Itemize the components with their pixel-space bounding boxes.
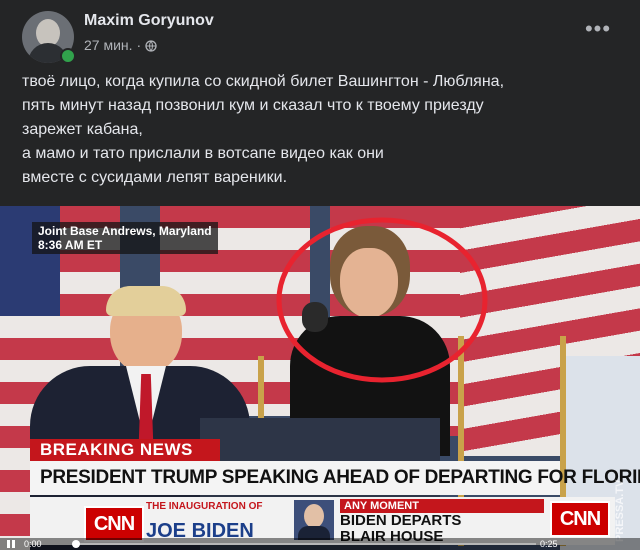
post-text-line: твоё лицо, когда купила со скидной билет… <box>22 73 505 90</box>
player-controls: 0:00 0:25 <box>0 538 640 550</box>
location-tag: Joint Base Andrews, Maryland 8:36 AM ET <box>32 222 218 254</box>
total-time: 0:25 <box>540 539 558 549</box>
biden-thumbnail <box>294 500 334 540</box>
watermark: PRESSA.TV <box>614 479 626 542</box>
more-icon[interactable]: ••• <box>584 18 612 48</box>
inauguration-small-text: THE INAUGURATION OF <box>146 501 263 512</box>
news-headline: PRESIDENT TRUMP SPEAKING AHEAD OF DEPART… <box>30 461 640 495</box>
current-time: 0:00 <box>24 539 42 549</box>
ticker-headline-line1: BIDEN DEPARTS <box>340 512 462 529</box>
post-text-line: пять минут назад позвонил кум и сказал ч… <box>22 97 484 114</box>
online-status-dot <box>60 48 76 64</box>
post-text: твоё лицо, когда купила со скидной билет… <box>22 70 622 190</box>
cnn-logo-right: CNN <box>550 501 610 537</box>
breaking-news-banner: BREAKING NEWS <box>30 439 220 461</box>
meta-separator: · <box>136 37 142 53</box>
post-header: Maxim Goryunov 27 мин. · ••• <box>0 0 640 66</box>
clock-label: 8:36 AM ET <box>38 238 103 252</box>
globe-icon <box>145 40 157 52</box>
progress-bar[interactable] <box>72 540 536 548</box>
author-name[interactable]: Maxim Goryunov <box>84 12 214 30</box>
post-text-line: зарежет кабана, <box>22 121 143 138</box>
post-text-line: а мамо и тато прислали в вотсапе видео к… <box>22 145 384 162</box>
location-label: Joint Base Andrews, Maryland <box>38 224 212 238</box>
post-text-line: вместе с сусидами лепят вареники. <box>22 169 288 186</box>
post-meta: 27 мин. · <box>84 37 157 53</box>
pause-icon[interactable] <box>6 540 16 548</box>
progress-knob[interactable] <box>72 540 80 548</box>
post-timestamp[interactable]: 27 мин. <box>84 37 133 53</box>
cnn-logo-left: CNN <box>84 506 144 542</box>
any-moment-label: ANY MOMENT <box>340 499 544 513</box>
